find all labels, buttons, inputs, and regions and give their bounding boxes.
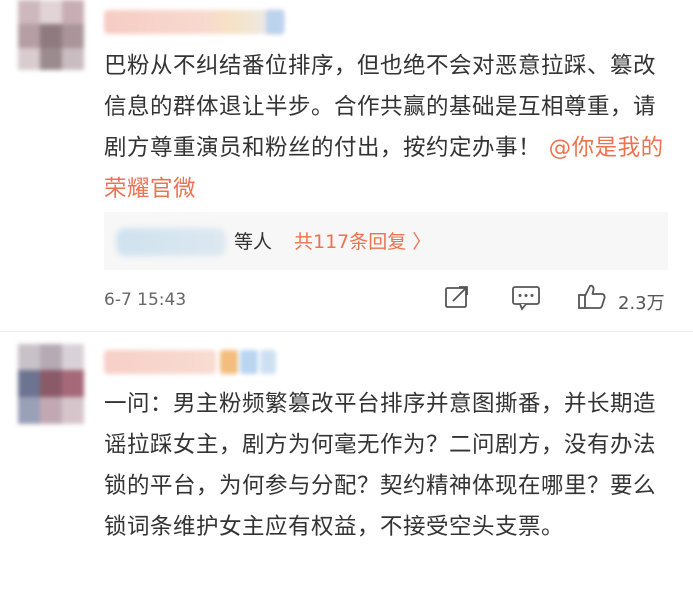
- like-icon[interactable]: [576, 282, 608, 316]
- user-badge: [240, 350, 258, 374]
- comment-item: 一问：男主粉频繁篡改平台排序并意图撕番，并长期造谣拉踩女主，剧方为何毫无作为？二…: [0, 336, 693, 591]
- username-blurred[interactable]: [104, 10, 284, 34]
- username-blurred[interactable]: [104, 350, 216, 374]
- reply-count-link[interactable]: 共117条回复 〉: [294, 227, 431, 254]
- comment-icon[interactable]: [510, 282, 542, 316]
- comment-text: 一问：男主粉频繁篡改平台排序并意图撕番，并长期造谣拉踩女主，剧方为何毫无作为？二…: [104, 384, 664, 548]
- divider: [0, 331, 693, 332]
- user-badge: [220, 350, 238, 374]
- reply-suffix: 等人: [234, 231, 273, 253]
- user-avatar[interactable]: [18, 344, 84, 424]
- user-badge: [260, 350, 276, 374]
- share-icon[interactable]: [442, 282, 472, 316]
- comment-item: 巴粉从不纠结番位排序，但也绝不会对恶意拉踩、篡改信息的群体退让半步。合作共赢的基…: [0, 0, 693, 330]
- comment-text: 巴粉从不纠结番位排序，但也绝不会对恶意拉踩、篡改信息的群体退让半步。合作共赢的基…: [104, 46, 664, 210]
- user-badge: [266, 10, 284, 34]
- reply-users-blurred: [116, 228, 226, 256]
- reply-preview[interactable]: 等人 共117条回复 〉: [104, 212, 668, 270]
- comment-time: 6-7 15:43: [104, 290, 187, 310]
- comment-body: 一问：男主粉频繁篡改平台排序并意图撕番，并长期造谣拉踩女主，剧方为何毫无作为？二…: [104, 391, 657, 540]
- like-count: 2.3万: [618, 293, 665, 314]
- user-avatar[interactable]: [18, 0, 84, 70]
